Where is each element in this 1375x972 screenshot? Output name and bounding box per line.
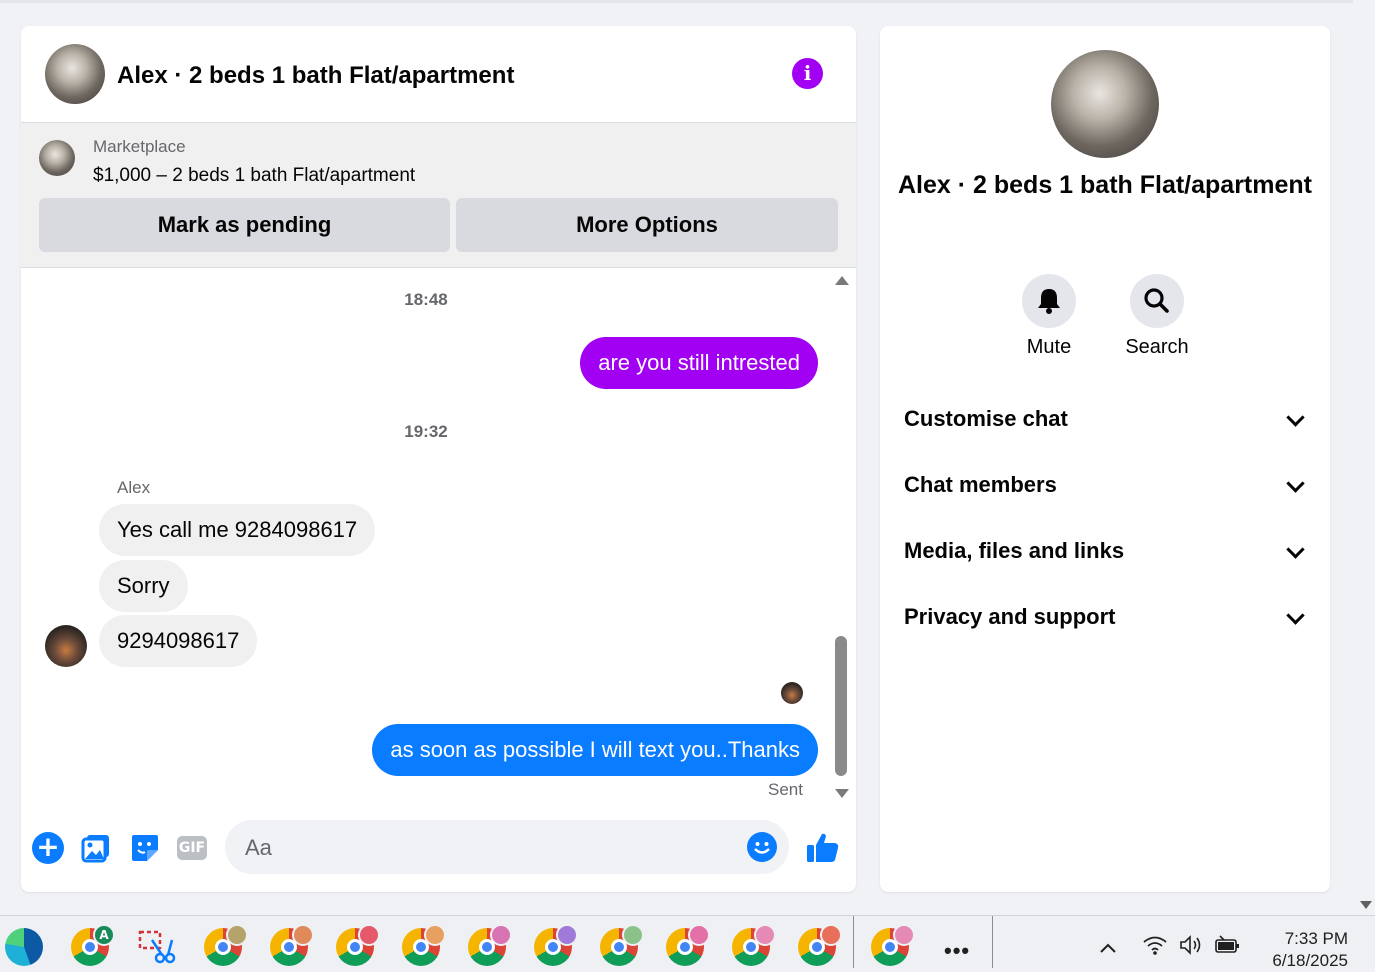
- incoming-message[interactable]: Yes call me 9284098617: [99, 504, 376, 556]
- profile-badge: A: [93, 924, 115, 946]
- chevron-down-icon: [1286, 540, 1305, 559]
- page-scroll-down-arrow[interactable]: [1360, 901, 1372, 909]
- clock-date: 6/18/2025: [1272, 951, 1348, 970]
- profile-badge-icon: [688, 924, 710, 946]
- listing-price[interactable]: $1,000 – 2 beds 1 bath Flat/apartment: [93, 165, 415, 187]
- outgoing-message[interactable]: as soon as possible I will text you..Tha…: [372, 724, 818, 776]
- profile-badge-icon: [490, 924, 512, 946]
- marketplace-label: Marketplace: [93, 137, 186, 156]
- chevron-down-icon: [1286, 606, 1305, 625]
- listing-avatar[interactable]: [45, 44, 105, 104]
- section-label: Customise chat: [904, 406, 1068, 431]
- message-input[interactable]: [243, 832, 727, 864]
- chevron-down-icon: [1286, 408, 1305, 427]
- details-panel: Alex · 2 beds 1 bath Flat/apartment Mute…: [880, 26, 1330, 892]
- chrome-profile-icon[interactable]: [600, 924, 644, 966]
- scroll-thumb[interactable]: [835, 636, 847, 776]
- chrome-profile-icon[interactable]: [270, 924, 314, 966]
- listing-thumbnail[interactable]: [39, 140, 75, 176]
- message-scrollbar[interactable]: [831, 268, 851, 808]
- chrome-profile-icon[interactable]: [468, 924, 512, 966]
- system-clock[interactable]: 7:33 PM 6/18/2025: [1248, 928, 1348, 972]
- details-avatar[interactable]: [1051, 50, 1159, 158]
- customise-chat-section[interactable]: Customise chat: [904, 399, 1306, 439]
- profile-badge-icon: [292, 924, 314, 946]
- section-label: Privacy and support: [904, 604, 1116, 629]
- incoming-message[interactable]: Sorry: [99, 560, 188, 612]
- chat-members-section[interactable]: Chat members: [904, 465, 1306, 505]
- taskbar-separator: [853, 916, 854, 968]
- snipping-tool-icon[interactable]: [138, 928, 176, 966]
- thumbs-up-icon[interactable]: [805, 830, 841, 866]
- profile-badge-icon: [424, 924, 446, 946]
- mute-label: Mute: [1026, 336, 1072, 358]
- chat-header: Alex · 2 beds 1 bath Flat/apartment i: [21, 26, 856, 123]
- sender-name: Alex: [117, 478, 151, 497]
- timestamp: 18:48: [404, 290, 448, 309]
- chat-title[interactable]: Alex · 2 beds 1 bath Flat/apartment: [117, 62, 514, 90]
- scroll-up-arrow[interactable]: [835, 276, 849, 285]
- message-status: Sent: [768, 780, 803, 799]
- taskbar: A ••• 7:33 PM 6/18/2025: [0, 915, 1375, 970]
- chrome-profile-icon[interactable]: [798, 924, 842, 966]
- marketplace-banner: Marketplace $1,000 – 2 beds 1 bath Flat/…: [21, 123, 856, 268]
- chrome-profile-icon[interactable]: [534, 924, 578, 966]
- search-icon: [1130, 274, 1184, 328]
- media-files-links-section[interactable]: Media, files and links: [904, 531, 1306, 571]
- search-button[interactable]: Search: [1112, 274, 1202, 359]
- taskbar-separator: [992, 916, 993, 968]
- profile-badge-icon: [622, 924, 644, 946]
- chevron-down-icon: [1286, 474, 1305, 493]
- more-apps-icon[interactable]: •••: [944, 938, 970, 964]
- scroll-down-arrow[interactable]: [835, 789, 849, 798]
- outgoing-message[interactable]: are you still intrested: [580, 337, 818, 389]
- chrome-profile-icon[interactable]: A: [71, 924, 115, 966]
- mark-as-pending-button[interactable]: Mark as pending: [39, 198, 450, 252]
- message-input-wrapper: [225, 820, 789, 874]
- profile-badge-icon: [893, 924, 915, 946]
- chrome-profile-icon[interactable]: [336, 924, 380, 966]
- chrome-profile-icon[interactable]: [871, 924, 915, 966]
- profile-badge-icon: [820, 924, 842, 946]
- mute-button[interactable]: Mute: [1004, 274, 1094, 359]
- chrome-profile-icon[interactable]: [666, 924, 710, 966]
- timestamp: 19:32: [404, 422, 448, 441]
- emoji-icon[interactable]: [747, 832, 777, 862]
- chrome-profile-icon[interactable]: [402, 924, 446, 966]
- seen-avatar: [781, 682, 803, 704]
- chat-panel: Alex · 2 beds 1 bath Flat/apartment i Ma…: [21, 26, 856, 892]
- incoming-message[interactable]: 9294098617: [99, 615, 258, 667]
- composer: + GIF: [21, 816, 856, 892]
- chevron-up-icon[interactable]: [1098, 938, 1118, 961]
- sticker-icon[interactable]: [129, 832, 161, 864]
- profile-badge-icon: [556, 924, 578, 946]
- battery-icon[interactable]: [1214, 934, 1242, 962]
- page-scrollbar[interactable]: [1355, 0, 1375, 915]
- gif-icon[interactable]: GIF: [177, 836, 207, 860]
- clock-time: 7:33 PM: [1284, 929, 1348, 948]
- chrome-profile-icon[interactable]: [204, 924, 248, 966]
- privacy-support-section[interactable]: Privacy and support: [904, 597, 1306, 637]
- plus-icon[interactable]: +: [32, 832, 64, 864]
- profile-badge-icon: [754, 924, 776, 946]
- sender-avatar[interactable]: [45, 625, 87, 667]
- more-options-button[interactable]: More Options: [456, 198, 838, 252]
- top-border: [0, 0, 1353, 3]
- info-icon[interactable]: i: [792, 58, 823, 89]
- message-list: 18:48 are you still intrested 19:32 Alex…: [21, 268, 856, 808]
- details-name: Alex · 2 beds 1 bath Flat/apartment: [898, 171, 1312, 199]
- section-label: Chat members: [904, 472, 1057, 497]
- section-label: Media, files and links: [904, 538, 1125, 563]
- edge-browser-icon[interactable]: [5, 928, 43, 966]
- search-label: Search: [1125, 336, 1189, 358]
- profile-badge-icon: [358, 924, 380, 946]
- volume-icon[interactable]: [1178, 934, 1204, 962]
- photo-icon[interactable]: [81, 832, 113, 864]
- wifi-icon[interactable]: [1142, 934, 1168, 962]
- profile-badge-icon: [226, 924, 248, 946]
- chrome-profile-icon[interactable]: [732, 924, 776, 966]
- bell-icon: [1022, 274, 1076, 328]
